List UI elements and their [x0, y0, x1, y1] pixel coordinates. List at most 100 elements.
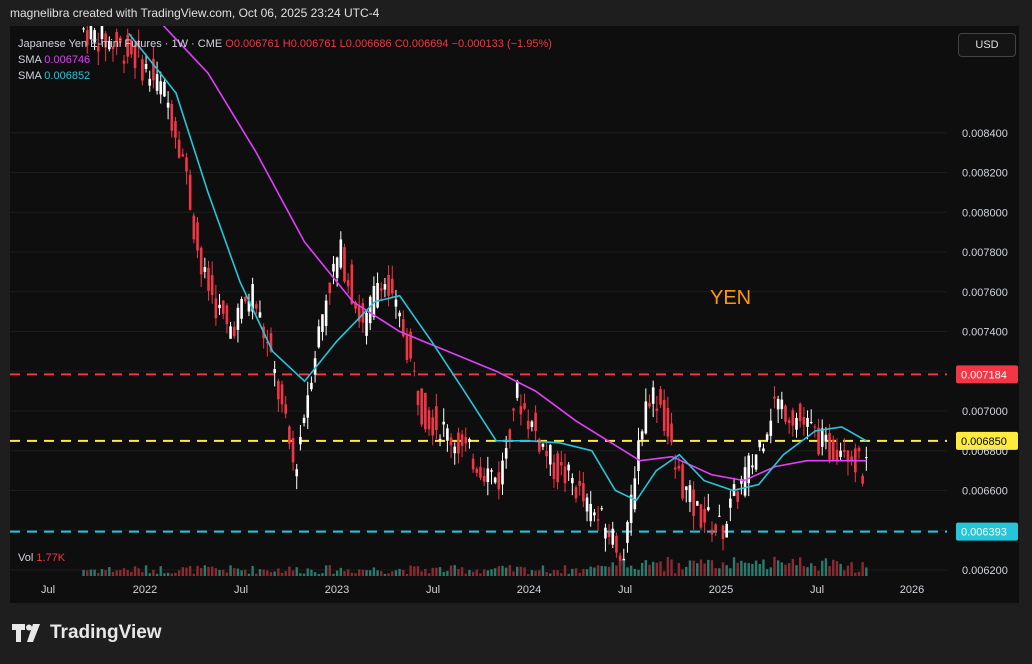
candle-body: [185, 157, 188, 172]
candle-body: [787, 420, 791, 424]
volume-bar: [442, 571, 445, 576]
volume-bar: [648, 564, 651, 576]
volume-bar: [457, 568, 460, 576]
candle-body: [607, 532, 611, 537]
chart-panel[interactable]: 0.007184 0.006850 0.006393 0.008400 0.00820…: [10, 26, 1019, 603]
volume-bar: [460, 567, 464, 576]
candle-body: [857, 447, 861, 452]
candle-body: [824, 434, 828, 442]
candle-body: [438, 438, 442, 440]
time-tick-label: 2022: [133, 584, 157, 596]
volume-bar: [108, 567, 111, 576]
level-label: 0.006393: [961, 527, 1007, 539]
candle-body: [651, 387, 655, 404]
volume-bar: [714, 568, 717, 576]
candle-body: [453, 446, 457, 454]
volume-bar: [310, 569, 313, 576]
candle-body: [482, 475, 486, 482]
volume-bar: [523, 567, 526, 576]
candle-body: [754, 454, 758, 470]
candle-body: [541, 443, 545, 447]
candlestick-chart[interactable]: 0.0071840.0068500.006393 0.0084000.00820…: [10, 26, 1019, 603]
candle-body: [526, 420, 530, 430]
volume-bar: [188, 566, 192, 576]
volume-bar: [247, 573, 251, 576]
candle-body: [773, 396, 776, 399]
volume-bar: [497, 566, 501, 576]
volume-bar: [93, 569, 96, 576]
candle-body: [776, 398, 780, 410]
tradingview-logo[interactable]: TradingView: [12, 622, 162, 644]
legend-sma2-label: SMA: [18, 70, 42, 82]
price-tick-label: 0.006800: [962, 446, 1008, 458]
candle-body: [394, 299, 398, 307]
candle-body: [82, 28, 85, 30]
candle-body: [280, 384, 284, 405]
legend-open: O0.006761: [225, 38, 280, 50]
price-axis: 0.008400 0.008200 0.008000 0.007800 0.007600…: [962, 128, 1008, 577]
candle-body: [486, 468, 490, 483]
volume-bar: [538, 570, 541, 576]
volume-bar: [644, 560, 648, 576]
candle-body: [221, 300, 225, 314]
candle-body: [501, 460, 504, 485]
volume-bar: [762, 559, 765, 576]
volume-bar: [813, 565, 817, 576]
volume-bar: [277, 568, 280, 576]
volume-bar: [563, 565, 567, 576]
volume-bar: [707, 559, 710, 576]
volume-bar: [593, 567, 596, 576]
volume-bar: [560, 573, 563, 576]
volume-bar: [692, 560, 695, 576]
volume-bar: [479, 573, 482, 576]
candle-body: [174, 121, 177, 138]
volume-bar: [354, 573, 357, 576]
candle-body: [343, 247, 346, 282]
volume-bar: [280, 572, 284, 576]
candle-body: [405, 335, 409, 360]
volume-bar: [552, 570, 556, 576]
volume-bar: [839, 563, 842, 576]
candle-body: [332, 263, 335, 272]
volume-bar: [122, 568, 126, 576]
currency-button[interactable]: USD: [958, 33, 1016, 57]
candle-body: [310, 382, 313, 390]
candle-body: [291, 438, 295, 463]
volume-bar: [806, 567, 809, 576]
candle-body: [493, 477, 497, 483]
volume-bar: [82, 570, 85, 576]
volume-bar: [464, 573, 467, 576]
volume-bar: [236, 568, 240, 576]
volume-bar: [541, 565, 545, 576]
candle-body: [306, 395, 310, 418]
volume-bar: [578, 572, 581, 576]
candle-body: [703, 508, 706, 523]
volume-bar: [516, 566, 519, 576]
candle-body: [163, 81, 166, 97]
candle-body: [504, 448, 508, 459]
volume-bar: [622, 560, 625, 576]
volume-bar: [269, 572, 273, 576]
candle-body: [302, 417, 306, 424]
volume-bar: [817, 570, 820, 576]
candle-body: [681, 464, 684, 499]
time-tick-label: Jul: [426, 584, 440, 596]
candle-body: [512, 408, 515, 411]
volume-bar: [651, 561, 655, 576]
volume-bar: [192, 573, 196, 576]
volume-bar: [394, 570, 398, 576]
candle-body: [321, 314, 324, 332]
volume-bar: [747, 563, 750, 576]
volume-bar: [240, 570, 243, 576]
volume-bar: [409, 565, 412, 576]
volume-bar: [405, 573, 409, 576]
volume-bar: [699, 559, 703, 576]
volume-bar: [688, 560, 692, 576]
candle-body: [762, 448, 765, 452]
time-tick-label: Jul: [618, 584, 632, 596]
volume-bar: [130, 571, 133, 576]
volume-bar: [383, 573, 387, 576]
chart-attribution: magnelibra created with TradingView.com,…: [10, 6, 380, 20]
volume-bar: [251, 565, 254, 576]
volume-bar: [674, 573, 677, 576]
